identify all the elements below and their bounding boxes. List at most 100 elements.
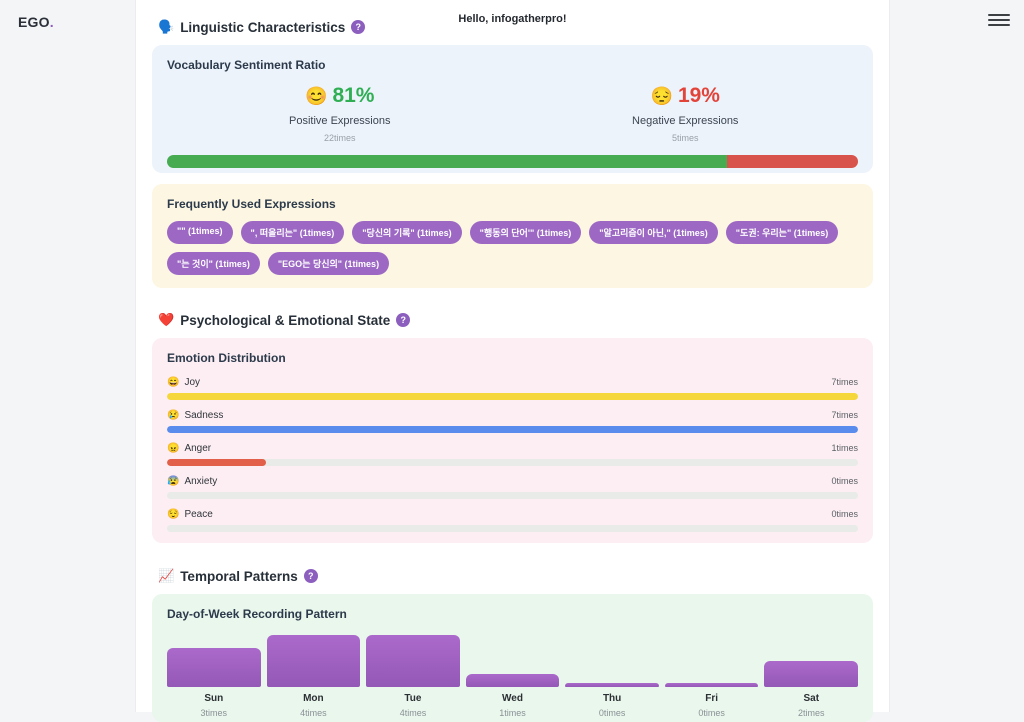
day-name: Sun — [167, 693, 261, 704]
day-count: 4times — [366, 708, 460, 718]
expression-badge: "도권: 우리는" (1times) — [726, 221, 838, 244]
user-greeting: Hello, infogatherpro! — [136, 13, 889, 25]
peace-emoji-icon: 😌 — [167, 509, 179, 520]
emotion-bar-track — [167, 492, 858, 499]
expression-badge: "당신의 기록" (1times) — [352, 221, 461, 244]
emotion-rows: 😄 Joy 7times 😢 Sadness 7times 😠 Anger 1time… — [167, 376, 858, 532]
emotion-name: Sadness — [184, 410, 223, 421]
day-bar — [764, 661, 858, 687]
expression-badge: "행동의 단어'" (1times) — [470, 221, 582, 244]
bar-column-mon — [267, 635, 361, 687]
section-title: Psychological & Emotional State — [180, 313, 390, 328]
weekly-labels: Sun3times Mon4times Tue4times Wed1times … — [167, 693, 858, 718]
section-title: Temporal Patterns — [180, 569, 298, 584]
positive-bar-segment — [167, 155, 727, 168]
emotion-distribution-card: Emotion Distribution 😄 Joy 7times 😢 Sadnes… — [152, 338, 873, 543]
emotion-row-sadness: 😢 Sadness 7times — [167, 409, 858, 433]
positive-label: Positive Expressions — [167, 115, 513, 127]
negative-percent: 😔 19% — [651, 84, 720, 108]
emotion-bar-fill — [167, 426, 858, 433]
day-bar — [565, 683, 659, 687]
day-name: Sat — [764, 693, 858, 704]
day-name: Fri — [665, 693, 759, 704]
vocabulary-sentiment-card: Vocabulary Sentiment Ratio 😊 81% Positiv… — [152, 45, 873, 173]
help-icon[interactable]: ? — [304, 569, 318, 583]
emotion-name: Joy — [184, 377, 200, 388]
emotion-name: Anxiety — [184, 476, 217, 487]
emotion-bar-track — [167, 525, 858, 532]
negative-label: Negative Expressions — [513, 115, 859, 127]
day-count: 2times — [764, 708, 858, 718]
joy-emoji-icon: 😄 — [167, 377, 179, 388]
bar-column-tue — [366, 635, 460, 687]
emotion-bar-track — [167, 426, 858, 433]
emotion-name: Peace — [184, 509, 212, 520]
heart-icon: ❤️ — [158, 312, 174, 328]
day-bar — [267, 635, 361, 687]
bar-column-thu — [565, 683, 659, 687]
emotion-count: 1times — [831, 443, 858, 453]
day-bar — [665, 683, 759, 687]
emotion-row-joy: 😄 Joy 7times — [167, 376, 858, 400]
help-icon[interactable]: ? — [396, 313, 410, 327]
positive-count: 22times — [167, 133, 513, 143]
logo-dot: . — [50, 14, 54, 30]
expression-badge: "EGO는 당신의" (1times) — [268, 252, 389, 275]
day-bar — [366, 635, 460, 687]
day-count: 1times — [466, 708, 560, 718]
emotion-bar-fill — [167, 459, 266, 466]
hamburger-menu-icon[interactable] — [988, 11, 1010, 29]
section-temporal-heading: 📈 Temporal Patterns ? — [152, 568, 873, 584]
day-of-week-card: Day-of-Week Recording Pattern Sun3times … — [152, 594, 873, 722]
card-title: Day-of-Week Recording Pattern — [167, 607, 858, 621]
sentiment-ratio-bar — [167, 155, 858, 168]
chart-increasing-icon: 📈 — [158, 568, 174, 584]
pensive-face-icon: 😔 — [651, 86, 673, 107]
emotion-bar-fill — [167, 393, 858, 400]
expression-badge: ", 떠올리는" (1times) — [241, 221, 345, 244]
weekly-bar-chart — [167, 635, 858, 687]
card-title: Emotion Distribution — [167, 351, 858, 365]
negative-count: 5times — [513, 133, 859, 143]
emotion-count: 7times — [831, 410, 858, 420]
day-count: 4times — [267, 708, 361, 718]
day-bar — [167, 648, 261, 687]
negative-expressions-block: 😔 19% Negative Expressions 5times — [513, 84, 859, 143]
day-count: 3times — [167, 708, 261, 718]
smiling-face-icon: 😊 — [305, 86, 327, 107]
day-count: 0times — [565, 708, 659, 718]
emotion-bar-track — [167, 393, 858, 400]
day-bar — [466, 674, 560, 687]
day-name: Mon — [267, 693, 361, 704]
expression-badges: "" (1times) ", 떠올리는" (1times) "당신의 기록" (… — [167, 221, 858, 275]
emotion-row-anxiety: 😰Anxiety 0times — [167, 475, 858, 499]
day-name: Wed — [466, 693, 560, 704]
bar-column-fri — [665, 683, 759, 687]
sadness-emoji-icon: 😢 — [167, 410, 179, 421]
emotion-row-anger: 😠 Anger 1times — [167, 442, 858, 466]
emotion-row-peace: 😌 Peace 0times — [167, 508, 858, 532]
bar-column-sun — [167, 648, 261, 687]
emotion-count: 0times — [831, 509, 858, 519]
expression-badge: "알고리즘이 아닌," (1times) — [589, 221, 718, 244]
emotion-count: 7times — [831, 377, 858, 387]
bar-column-sat — [764, 661, 858, 687]
expression-badge: "" (1times) — [167, 221, 233, 244]
anger-emoji-icon: 😠 — [167, 443, 179, 454]
positive-percent: 😊 81% — [305, 84, 374, 108]
frequent-expressions-card: Frequently Used Expressions "" (1times) … — [152, 184, 873, 288]
main-content-panel: Hello, infogatherpro! 🗣️ Linguistic Char… — [135, 0, 890, 712]
emotion-bar-track — [167, 459, 858, 466]
app-logo[interactable]: EGO. — [18, 14, 54, 30]
day-name: Tue — [366, 693, 460, 704]
card-title: Frequently Used Expressions — [167, 197, 858, 211]
section-emotional-heading: ❤️ Psychological & Emotional State ? — [152, 312, 873, 328]
positive-expressions-block: 😊 81% Positive Expressions 22times — [167, 84, 513, 143]
bar-column-wed — [466, 674, 560, 687]
day-count: 0times — [665, 708, 759, 718]
negative-bar-segment — [727, 155, 858, 168]
emotion-count: 0times — [831, 476, 858, 486]
expression-badge: "는 것이" (1times) — [167, 252, 260, 275]
emotion-name: Anger — [184, 443, 211, 454]
card-title: Vocabulary Sentiment Ratio — [167, 58, 858, 72]
